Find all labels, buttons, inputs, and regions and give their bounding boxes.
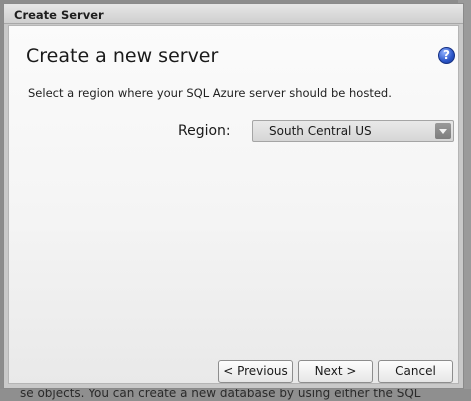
- region-label: Region:: [178, 123, 231, 139]
- region-dropdown[interactable]: South Central US: [252, 120, 454, 142]
- previous-button[interactable]: < Previous: [218, 360, 293, 383]
- chevron-down-icon[interactable]: [435, 123, 451, 139]
- region-description: Select a region where your SQL Azure ser…: [28, 86, 392, 100]
- region-selected-value: South Central US: [269, 124, 372, 138]
- dialog-content: Create a new server ? Select a region wh…: [8, 25, 459, 384]
- background-footer-label: se objects. You can create a new databas…: [20, 389, 421, 400]
- help-icon[interactable]: ?: [438, 47, 455, 64]
- cancel-button[interactable]: Cancel: [378, 360, 453, 383]
- next-button[interactable]: Next >: [298, 360, 373, 383]
- dialog-titlebar[interactable]: Create Server: [4, 4, 463, 24]
- create-server-dialog: Create Server Create a new server ? Sele…: [3, 3, 464, 389]
- page-heading: Create a new server: [26, 45, 219, 67]
- background-footer-text: se objects. You can create a new databas…: [0, 389, 471, 401]
- dialog-title: Create Server: [14, 8, 104, 22]
